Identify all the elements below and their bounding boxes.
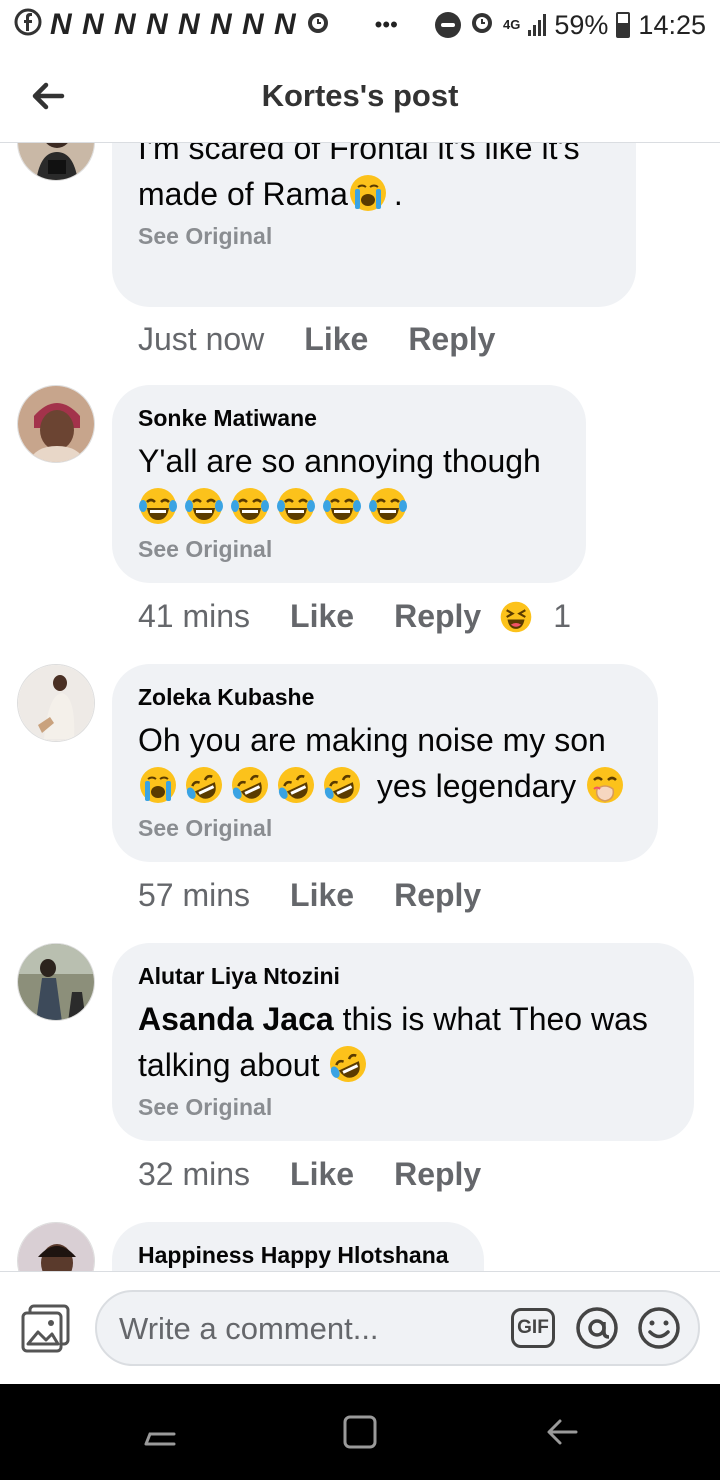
avatar[interactable] <box>17 664 95 742</box>
avatar[interactable] <box>17 1222 95 1271</box>
avatar[interactable] <box>17 385 95 463</box>
face-with-hand-over-mouth-icon <box>585 765 625 805</box>
face-with-tears-of-joy-icon <box>322 486 362 526</box>
comment-bubble[interactable]: Happiness Happy Hlotshana <box>112 1222 484 1271</box>
more-notifications-indicator: ••• <box>374 12 398 37</box>
haha-reaction-icon <box>499 600 533 634</box>
comment-field[interactable]: GIF <box>95 1290 700 1366</box>
comment-actions: 57 mins Like Reply <box>138 877 481 914</box>
clock: 14:25 <box>638 9 706 40</box>
rolling-on-floor-laughing-icon <box>322 765 362 805</box>
rolling-on-floor-laughing-icon <box>230 765 270 805</box>
see-original-link[interactable]: See Original <box>138 536 560 563</box>
photo-icon[interactable] <box>20 1302 72 1354</box>
comment-time[interactable]: Just now <box>138 321 264 358</box>
face-with-tears-of-joy-icon <box>138 486 178 526</box>
home-icon[interactable] <box>340 1412 380 1452</box>
system-navigation-bar <box>0 1384 720 1480</box>
page-title: Kortes's post <box>261 78 459 113</box>
reply-button[interactable]: Reply <box>394 877 481 914</box>
battery-percent: 59% <box>554 9 609 40</box>
avatar[interactable] <box>17 943 95 1021</box>
comments-list[interactable]: I'm scared of Frontal it's like it's mad… <box>0 143 720 1271</box>
face-with-tears-of-joy-icon <box>276 486 316 526</box>
comment-text: Y'all are so annoying though <box>138 438 560 530</box>
see-original-link[interactable]: See Original <box>138 1094 668 1121</box>
comment-time[interactable]: 41 mins <box>138 598 250 635</box>
comment-time[interactable]: 32 mins <box>138 1156 250 1193</box>
reaction-count: 1 <box>553 598 572 634</box>
face-with-tears-of-joy-icon <box>184 486 224 526</box>
face-with-tears-of-joy-icon <box>368 486 408 526</box>
app-header: Kortes's post <box>0 50 720 143</box>
comment-text: Asanda Jaca this is what Theo was talkin… <box>138 996 668 1088</box>
comment-author[interactable]: Zoleka Kubashe <box>138 684 632 711</box>
rolling-on-floor-laughing-icon <box>184 765 224 805</box>
rolling-on-floor-laughing-icon <box>276 765 316 805</box>
do-not-disturb-icon <box>435 12 462 38</box>
comment-actions: Just now Like Reply <box>138 321 495 358</box>
loudly-crying-face-icon <box>138 765 178 805</box>
signal-icon <box>528 14 547 36</box>
facebook-icon <box>14 8 42 43</box>
see-original-link[interactable]: See Original <box>138 815 632 842</box>
mention-link[interactable]: Asanda Jaca <box>138 1001 334 1037</box>
alarm-icon <box>305 9 331 42</box>
loudly-crying-face-icon <box>348 173 388 213</box>
comment-author[interactable]: Happiness Happy Hlotshana <box>138 1242 458 1269</box>
reaction-summary[interactable]: 1 <box>499 598 571 635</box>
like-button[interactable]: Like <box>290 598 354 635</box>
comment-composer: GIF <box>0 1271 720 1384</box>
at-icon[interactable] <box>575 1306 619 1350</box>
battery-icon <box>616 12 631 38</box>
comment-bubble[interactable]: Alutar Liya Ntozini Asanda Jaca this is … <box>112 943 694 1141</box>
notification-icons: N N N N N N N N <box>50 8 297 41</box>
comment-author[interactable]: Alutar Liya Ntozini <box>138 963 668 990</box>
status-bar: N N N N N N N N ••• 4G 59% 14:25 <box>0 0 720 50</box>
recent-apps-icon[interactable] <box>140 1412 180 1452</box>
alarm-icon <box>469 9 495 42</box>
avatar[interactable] <box>17 143 95 181</box>
comment-text: Oh you are making noise my son yes legen… <box>138 717 632 809</box>
comment-input[interactable] <box>117 1302 501 1356</box>
comment-bubble[interactable]: Zoleka Kubashe Oh you are making noise m… <box>112 664 658 862</box>
gif-button[interactable]: GIF <box>511 1308 555 1348</box>
like-button[interactable]: Like <box>304 321 368 358</box>
comment-bubble[interactable]: Sonke Matiwane Y'all are so annoying tho… <box>112 385 586 583</box>
network-type: 4G <box>503 17 521 32</box>
like-button[interactable]: Like <box>290 877 354 914</box>
back-icon[interactable] <box>542 1412 582 1452</box>
reply-button[interactable]: Reply <box>394 598 481 635</box>
comment-author[interactable]: Sonke Matiwane <box>138 405 560 432</box>
like-button[interactable]: Like <box>290 1156 354 1193</box>
rolling-on-floor-laughing-icon <box>328 1044 368 1084</box>
comment-time[interactable]: 57 mins <box>138 877 250 914</box>
comment-actions: 41 mins Like Reply 1 <box>138 598 571 635</box>
smile-icon[interactable] <box>637 1306 681 1350</box>
reply-button[interactable]: Reply <box>408 321 495 358</box>
comment-text: I'm scared of Frontal it's like it's mad… <box>138 143 580 213</box>
comment-actions: 32 mins Like Reply <box>138 1156 481 1193</box>
comment-bubble[interactable]: I'm scared of Frontal it's like it's mad… <box>112 143 636 307</box>
see-original-link[interactable]: See Original <box>138 223 610 250</box>
reply-button[interactable]: Reply <box>394 1156 481 1193</box>
face-with-tears-of-joy-icon <box>230 486 270 526</box>
